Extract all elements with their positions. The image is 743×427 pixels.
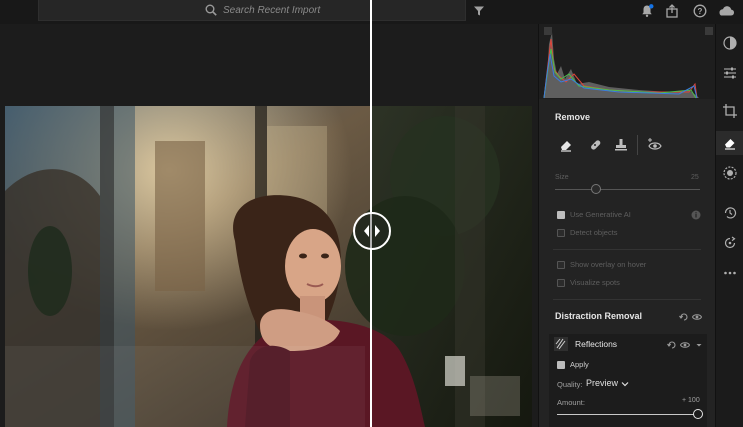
quality-dropdown[interactable]: Preview [586,378,629,388]
more-icon[interactable] [723,266,737,280]
split-handle[interactable] [353,212,391,250]
visualize-eye-icon[interactable] [647,137,663,153]
chevron-down-icon[interactable] [694,340,704,350]
visualize-spots-checkbox[interactable] [557,279,565,287]
highlight-clip-indicator[interactable] [705,27,713,35]
quality-value: Preview [586,378,619,388]
masking-icon[interactable] [723,166,737,180]
crop-icon[interactable] [723,104,737,118]
reflections-card: Reflections Apply Quality: Preview Amoun… [549,334,707,427]
apply-checkbox[interactable] [557,361,565,369]
size-value: 25 [691,174,699,181]
bell-icon[interactable] [640,4,654,18]
amount-label: Amount: [557,398,585,407]
generative-ai-label: Use Generative AI [570,210,631,219]
svg-text:?: ? [698,7,703,16]
quality-label: Quality: [557,380,583,389]
detect-objects-label: Detect objects [570,228,618,237]
search-icon [205,4,217,16]
show-overlay-label: Show overlay on hover [570,260,647,269]
reflections-reset-icon[interactable] [667,340,677,350]
remove-title: Remove [555,112,591,122]
sliders-icon[interactable] [723,66,737,80]
distraction-removal-title: Distraction Removal [555,311,643,321]
eraser-tool-icon[interactable] [558,137,574,153]
size-slider-track[interactable] [555,189,700,190]
reset-icon[interactable] [679,312,689,322]
search-box[interactable] [38,0,466,21]
filter-icon[interactable] [473,5,485,17]
amount-slider-knob[interactable] [693,409,703,419]
edit-icon[interactable] [723,36,737,50]
heal-tool-icon[interactable] [587,137,603,153]
divider [553,249,701,250]
quality-chevron-icon [621,381,628,386]
tool-rail [715,24,743,427]
histogram [539,24,716,99]
generative-ai-checkbox[interactable] [557,211,565,219]
split-arrows-icon [364,225,380,237]
eraser-icon[interactable] [723,136,737,150]
app-window: ? [0,0,743,427]
edit-panel: Remove Size 25 Use Generative AI Detect … [538,24,716,427]
photo-image[interactable] [5,106,532,427]
detect-objects-checkbox[interactable] [557,229,565,237]
clone-stamp-icon[interactable] [613,137,629,153]
size-slider-knob[interactable] [591,184,601,194]
apply-label: Apply [570,360,589,369]
visualize-spots-label: Visualize spots [570,278,620,287]
reflections-icon [554,337,568,351]
history-icon[interactable] [723,206,737,220]
search-input[interactable] [223,2,423,18]
share-icon[interactable] [665,4,679,18]
divider [553,299,701,300]
tool-separator [637,135,638,155]
photo-canvas [0,24,538,427]
size-label: Size [555,174,569,181]
cloud-icon[interactable] [717,4,735,18]
show-overlay-checkbox[interactable] [557,261,565,269]
reflections-eye-icon[interactable] [680,340,690,350]
info-icon[interactable] [691,210,701,220]
amount-value: + 100 [682,397,700,404]
help-icon[interactable]: ? [693,4,707,18]
amount-slider-track[interactable] [557,414,697,415]
versions-icon[interactable] [723,236,737,250]
shadow-clip-indicator[interactable] [544,27,552,35]
visibility-eye-icon[interactable] [692,312,702,322]
reflections-title: Reflections [575,339,618,349]
